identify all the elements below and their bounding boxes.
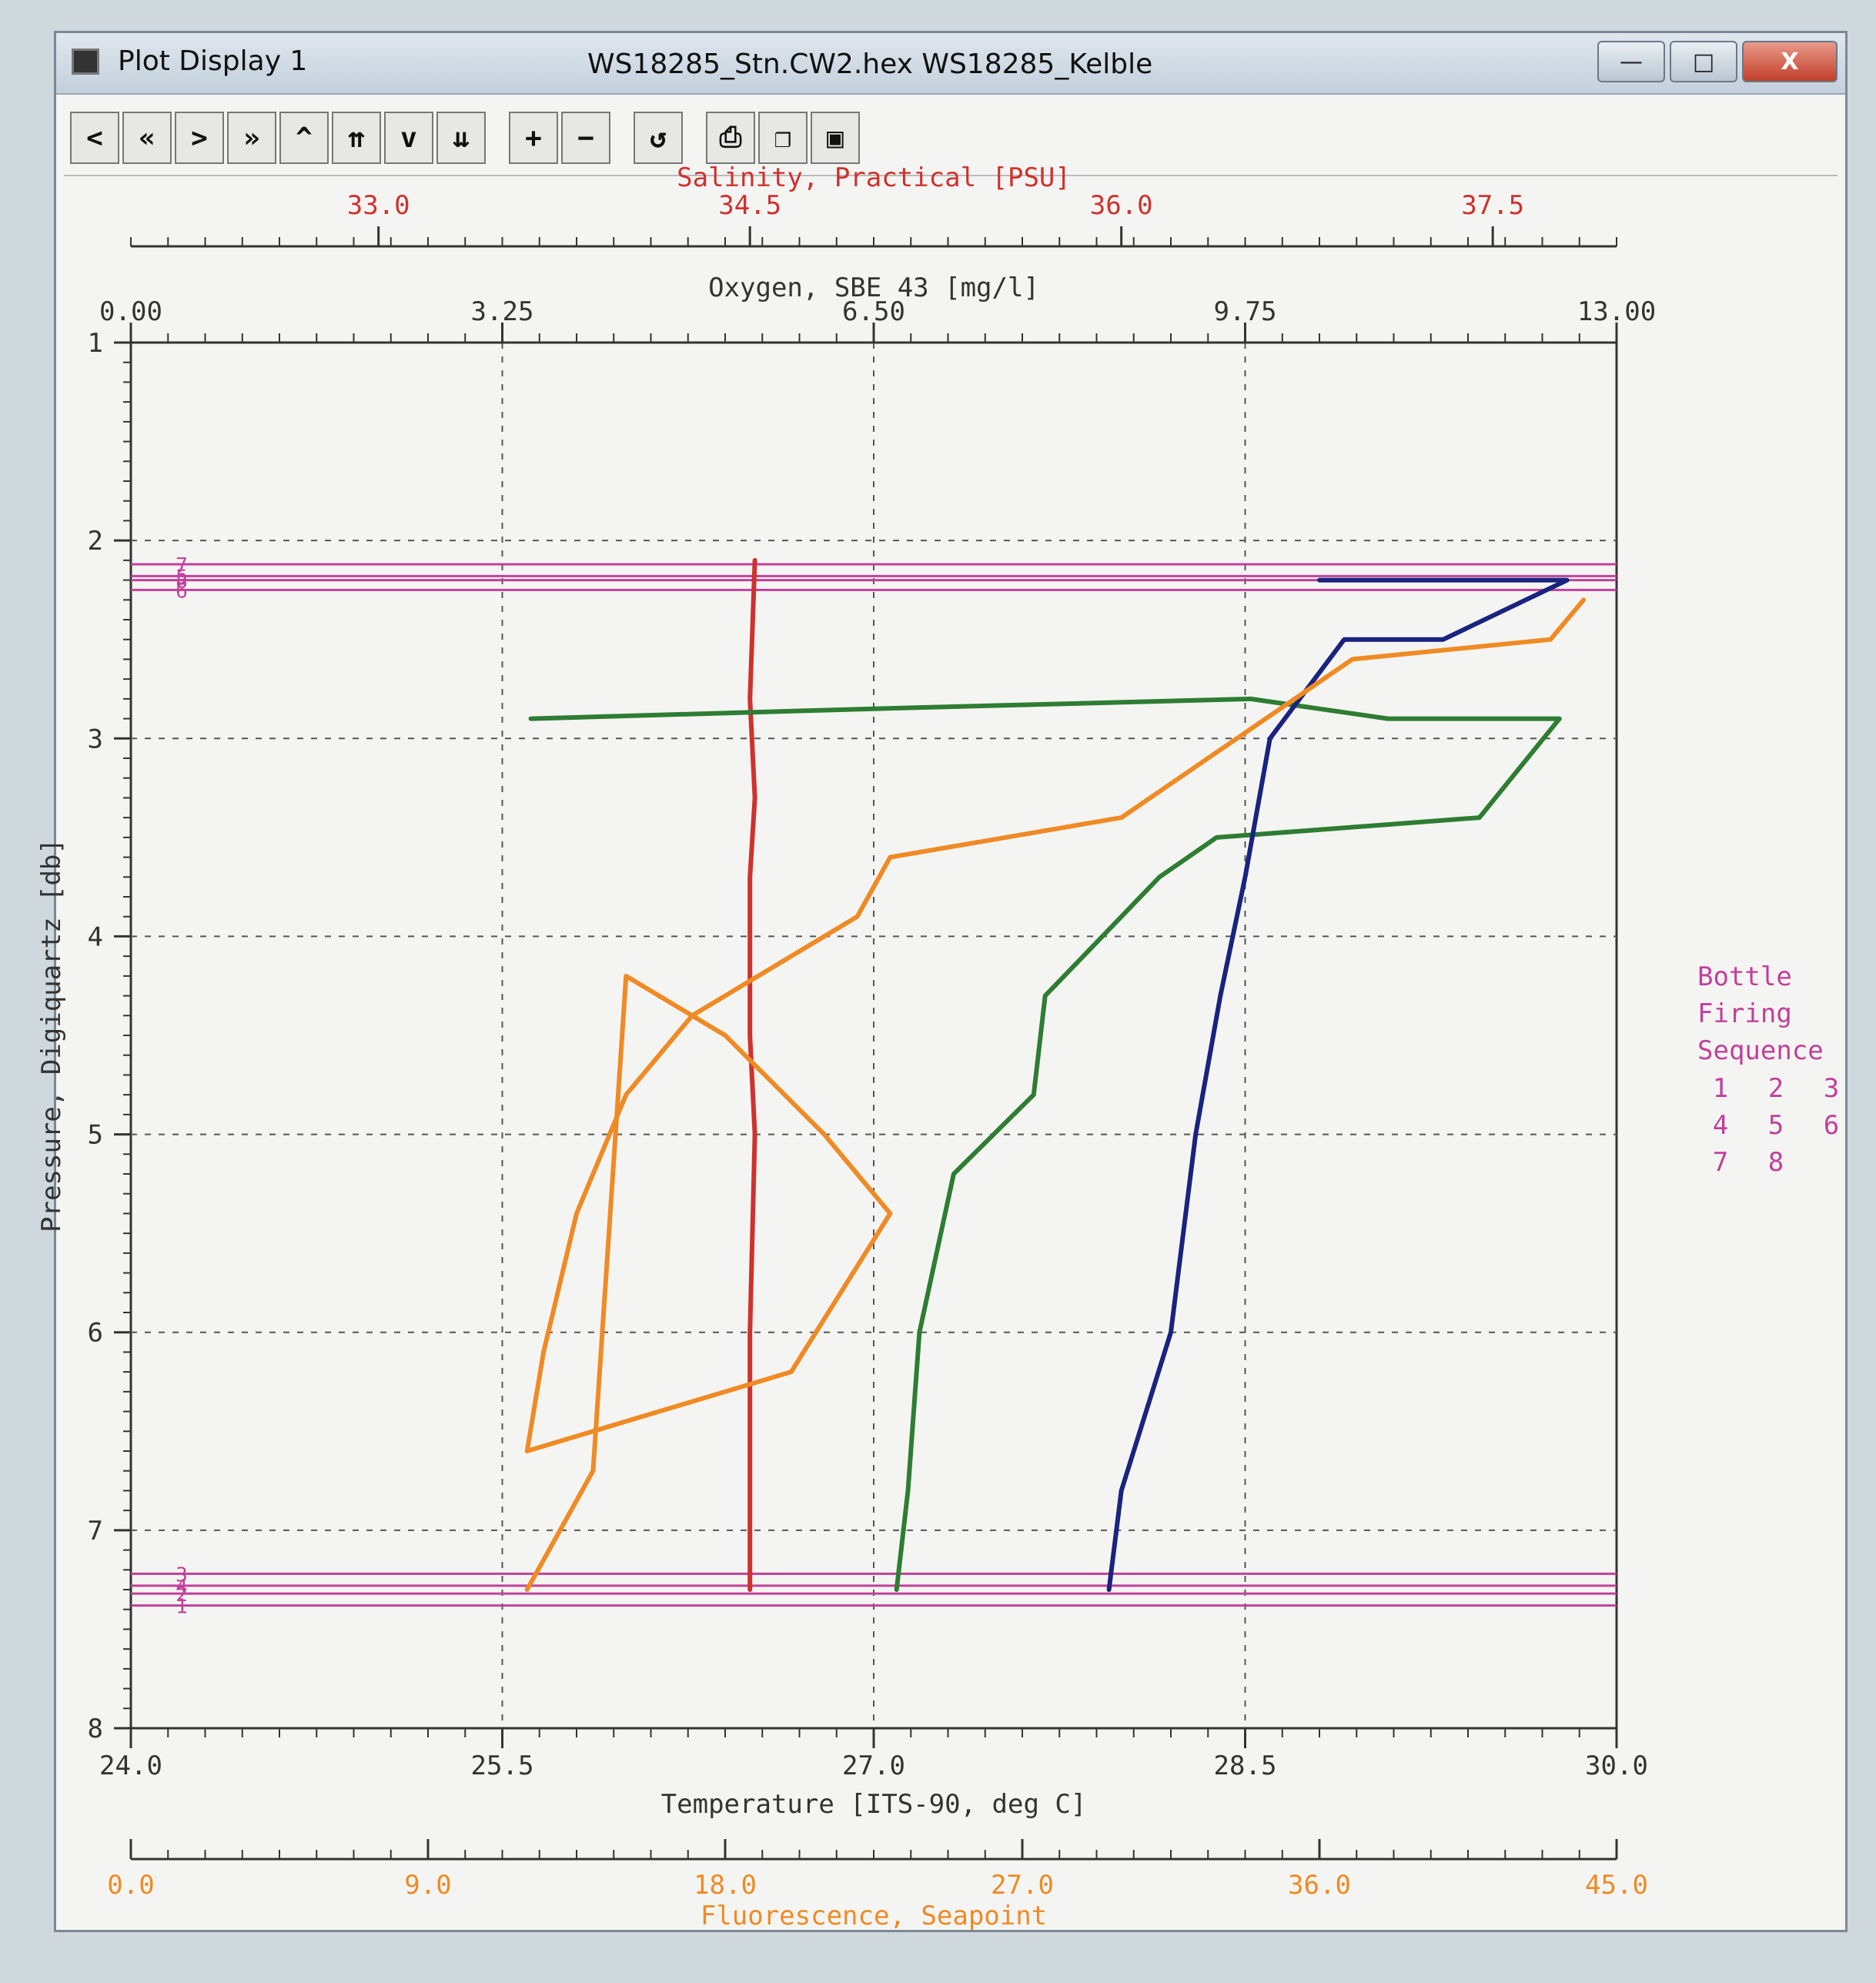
legend-entry: 5 bbox=[1768, 1110, 1784, 1141]
legend-entry: 3 bbox=[1824, 1073, 1839, 1104]
temperature-tick-label: 30.0 bbox=[1585, 1751, 1648, 1781]
salinity-tick-label: 36.0 bbox=[1090, 190, 1153, 221]
bottle-label-8: 8 bbox=[176, 570, 188, 594]
legend-title-line: Sequence bbox=[1697, 1035, 1824, 1066]
legend-entry: 2 bbox=[1768, 1073, 1784, 1104]
fluorescence-axis-label: Fluorescence, Seapoint bbox=[701, 1901, 1047, 1931]
fluorescence-tick-label: 45.0 bbox=[1585, 1870, 1648, 1901]
legend-entry: 1 bbox=[1713, 1073, 1728, 1104]
y-tick-label: 7 bbox=[88, 1516, 103, 1547]
temperature-tick-label: 27.0 bbox=[842, 1751, 905, 1781]
fluorescence-tick-label: 36.0 bbox=[1288, 1870, 1351, 1901]
fluorescence-tick-label: 9.0 bbox=[404, 1870, 451, 1901]
y-tick-label: 1 bbox=[88, 328, 103, 359]
fluorescence-profile bbox=[524, 597, 1587, 1592]
legend-title-line: Firing bbox=[1697, 998, 1792, 1029]
temperature-tick-label: 24.0 bbox=[99, 1751, 162, 1781]
salinity-profile bbox=[747, 557, 757, 1592]
legend-entry: 8 bbox=[1768, 1147, 1784, 1178]
fluorescence-tick-label: 18.0 bbox=[694, 1870, 757, 1901]
fluorescence-tick-label: 0.0 bbox=[107, 1870, 154, 1901]
y-tick-label: 3 bbox=[88, 724, 103, 754]
salinity-tick-label: 33.0 bbox=[347, 190, 410, 221]
oxygen-tick-label: 13.00 bbox=[1577, 296, 1656, 327]
salinity-tick-label: 34.5 bbox=[718, 190, 781, 221]
oxygen-tick-label: 3.25 bbox=[471, 296, 534, 327]
temperature-axis-label: Temperature [ITS-90, deg C] bbox=[661, 1789, 1087, 1820]
legend-entry: 4 bbox=[1713, 1110, 1728, 1141]
oxygen-tick-label: 9.75 bbox=[1214, 296, 1277, 327]
temperature-tick-label: 25.5 bbox=[471, 1751, 534, 1781]
oxygen-tick-label: 0.00 bbox=[99, 296, 162, 327]
bottle-label-4: 4 bbox=[176, 1576, 188, 1599]
y-tick-label: 4 bbox=[88, 921, 103, 952]
temperature-profile bbox=[1106, 577, 1570, 1592]
temperature-tick-label: 28.5 bbox=[1214, 1751, 1277, 1781]
y-tick-label: 8 bbox=[88, 1714, 103, 1744]
legend-entry: 7 bbox=[1713, 1147, 1728, 1178]
legend-title-line: Bottle bbox=[1697, 961, 1792, 992]
y-tick-label: 2 bbox=[88, 526, 103, 557]
salinity-tick-label: 37.5 bbox=[1461, 190, 1524, 221]
legend-entry: 6 bbox=[1824, 1110, 1839, 1141]
y-axis-label: Pressure, Digiquartz [db] bbox=[36, 838, 67, 1232]
ctd-profile-plot[interactable]: 1 2 3 4 5 6 7 8 Pressure, Digiquartz [db] 33.0 34.… bbox=[0, 0, 1876, 1983]
y-tick-label: 6 bbox=[88, 1318, 103, 1349]
y-tick-label: 5 bbox=[88, 1120, 103, 1151]
oxygen-axis-label: Oxygen, SBE 43 [mg/l] bbox=[708, 273, 1039, 303]
fluorescence-tick-label: 27.0 bbox=[991, 1870, 1054, 1901]
salinity-axis-label: Salinity, Practical [PSU] bbox=[677, 162, 1071, 193]
